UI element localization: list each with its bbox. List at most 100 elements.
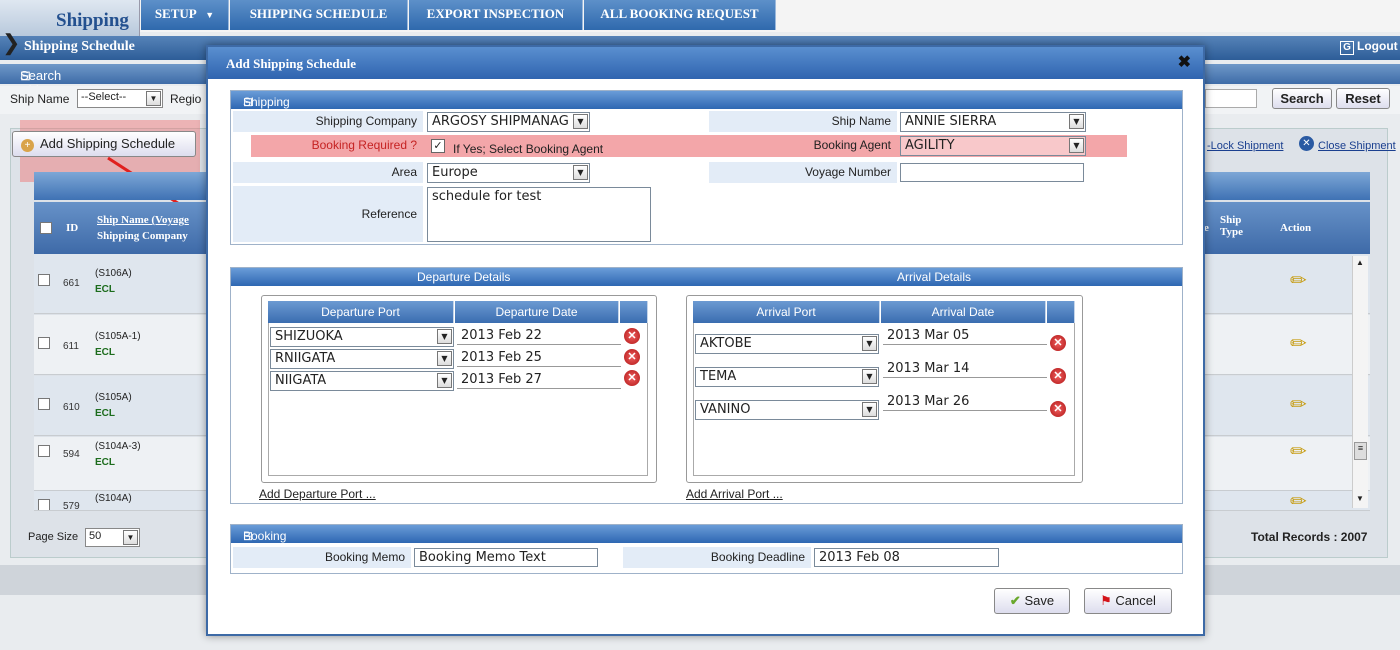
arrival-date-input[interactable]: 2013 Mar 05 [883,327,1047,345]
scroll-up-icon[interactable]: ▲ [1356,258,1364,267]
reset-button[interactable]: Reset [1336,88,1390,109]
ship-name-select[interactable]: ANNIE SIERRA ▼ [900,112,1086,132]
chevron-down-icon: ▼ [573,165,588,180]
arrival-details-title: Arrival Details [897,270,972,284]
departure-date-header: Departure Date [455,301,619,323]
arrival-date-input[interactable]: 2013 Mar 14 [883,360,1047,378]
remove-icon[interactable]: ✕ [1050,335,1066,351]
remove-icon[interactable]: ✕ [624,328,640,344]
chevron-down-icon: ▼ [437,373,452,388]
remove-icon[interactable]: ✕ [624,349,640,365]
grid-scrollbar[interactable]: ▲ ≡ ▼ [1352,256,1368,508]
arrival-date-header: Arrival Date [881,301,1046,323]
page-title: Shipping Schedule [24,39,135,54]
scroll-thumb[interactable]: ≡ [1354,442,1367,460]
booking-details-header[interactable]: ⊟ Booking Details [231,525,1182,557]
region-filter-input[interactable] [1205,89,1257,108]
close-shipment-link[interactable]: Close Shipment [1318,140,1396,152]
col-action: Action [1280,222,1312,234]
nav-all-booking-request[interactable]: ALL BOOKING REQUEST [584,0,776,30]
shipping-company-label: Shipping Company [233,111,423,132]
voyage-number-label: Voyage Number [709,162,897,183]
row-checkbox[interactable] [38,445,50,457]
col-ship-name[interactable]: Ship Name (Voyage [97,214,189,226]
booking-required-hint: If Yes; Select Booking Agent [453,142,604,156]
arrival-port-header: Arrival Port [693,301,880,323]
chevron-down-icon: ▼ [123,530,138,545]
total-records: Total Records : 2007 [1251,530,1368,544]
departure-port-select[interactable]: SHIZUOKA ▼ [270,327,454,347]
voyage-number-input[interactable] [900,163,1084,182]
chevron-down-icon: ▼ [862,402,877,417]
remove-icon[interactable]: ✕ [624,370,640,386]
col-ship-type[interactable]: Ship Type [1220,214,1260,238]
edit-pencil-icon[interactable]: ✏ [1290,331,1307,356]
chevron-down-icon: ▼ [573,114,588,129]
departure-date-input[interactable]: 2013 Feb 27 [457,371,621,389]
ship-name-filter-select[interactable]: --Select-- ▼ [77,89,163,108]
edit-pencil-icon[interactable]: ✏ [1290,392,1307,417]
cancel-button[interactable]: ⚑ Cancel [1084,588,1172,614]
reference-label: Reference [233,186,423,242]
booking-details-section: ⊟ Booking Details Booking Memo Booking M… [230,524,1183,574]
arrival-port-select[interactable]: AKTOBE ▼ [695,334,879,354]
area-select[interactable]: Europe ▼ [427,163,590,183]
booking-required-checkbox[interactable]: ✓ [431,139,445,153]
booking-memo-input[interactable]: Booking Memo Text [414,548,598,567]
add-departure-port-link[interactable]: Add Departure Port ... [259,487,376,501]
row-checkbox[interactable] [38,398,50,410]
row-checkbox[interactable] [38,499,50,510]
nav-shipping-schedule[interactable]: SHIPPING SCHEDULE [230,0,408,30]
scroll-down-icon[interactable]: ▼ [1356,494,1364,503]
logout-link[interactable]: G Logout [1340,39,1400,57]
add-arrival-port-link[interactable]: Add Arrival Port ... [686,487,783,501]
row-checkbox[interactable] [38,337,50,349]
brand-logo: Shipping [0,0,140,36]
shipping-company-select[interactable]: ARGOSY SHIPMANAG ▼ [427,112,590,132]
chevron-down-icon: ▼ [862,336,877,351]
add-icon: + [21,139,34,152]
flag-icon: ⚑ [1100,593,1112,608]
arrival-port-select[interactable]: TEMA ▼ [695,367,879,387]
logout-icon: G [1340,41,1354,55]
ship-name-filter-label: Ship Name [10,92,70,106]
reference-textarea[interactable]: schedule for test [427,187,651,242]
shipping-details-header[interactable]: ⊟ Shipping Details [231,91,1182,123]
search-button[interactable]: Search [1272,88,1332,109]
departure-ports-box: Departure Port Departure Date SHIZUOKA ▼ … [261,295,657,483]
chevron-down-icon: ▼ [205,10,215,20]
departure-date-input[interactable]: 2013 Feb 22 [457,327,621,345]
booking-agent-select[interactable]: AGILITY ▼ [900,136,1086,156]
close-icon[interactable]: ✖ [1178,52,1191,72]
remove-icon[interactable]: ✕ [1050,401,1066,417]
chevron-right-icon: ❯ [2,30,21,55]
row-checkbox[interactable] [38,274,50,286]
arrival-date-input[interactable]: 2013 Mar 26 [883,393,1047,411]
save-button[interactable]: ✔ Save [994,588,1070,614]
chevron-down-icon: ▼ [437,351,452,366]
chevron-down-icon: ▼ [146,91,161,106]
edit-pencil-icon[interactable]: ✏ [1290,439,1307,464]
dialog-title: Add Shipping Schedule [226,56,357,71]
departure-port-select[interactable]: NIIGATA ▼ [270,371,454,391]
edit-pencil-icon[interactable]: ✏ [1290,268,1307,293]
departure-date-input[interactable]: 2013 Feb 25 [457,349,621,367]
booking-agent-label: Booking Agent [813,138,891,152]
close-circle-icon: ✕ [1299,136,1314,151]
brand-text: Shipping [56,10,129,31]
select-all-checkbox[interactable] [40,222,52,234]
ports-section: Departure Details Arrival Details Depart… [230,267,1183,504]
arrival-ports-box: Arrival Port Arrival Date AKTOBE ▼ 2013 M… [686,295,1083,483]
col-id[interactable]: ID [66,222,78,234]
nav-setup[interactable]: SETUP ▼ [141,0,229,30]
booking-deadline-input[interactable]: 2013 Feb 08 [814,548,999,567]
nav-export-inspection[interactable]: EXPORT INSPECTION [409,0,583,30]
col-shipping-company: Shipping Company [97,230,188,242]
lock-shipment-link[interactable]: -Lock Shipment [1207,140,1283,152]
departure-remove-header [620,301,648,323]
edit-pencil-icon[interactable]: ✏ [1290,491,1307,510]
arrival-port-select[interactable]: VANINO ▼ [695,400,879,420]
page-size-select[interactable]: 50 ▼ [85,528,140,547]
departure-port-select[interactable]: RNIIGATA ▼ [270,349,454,369]
remove-icon[interactable]: ✕ [1050,368,1066,384]
